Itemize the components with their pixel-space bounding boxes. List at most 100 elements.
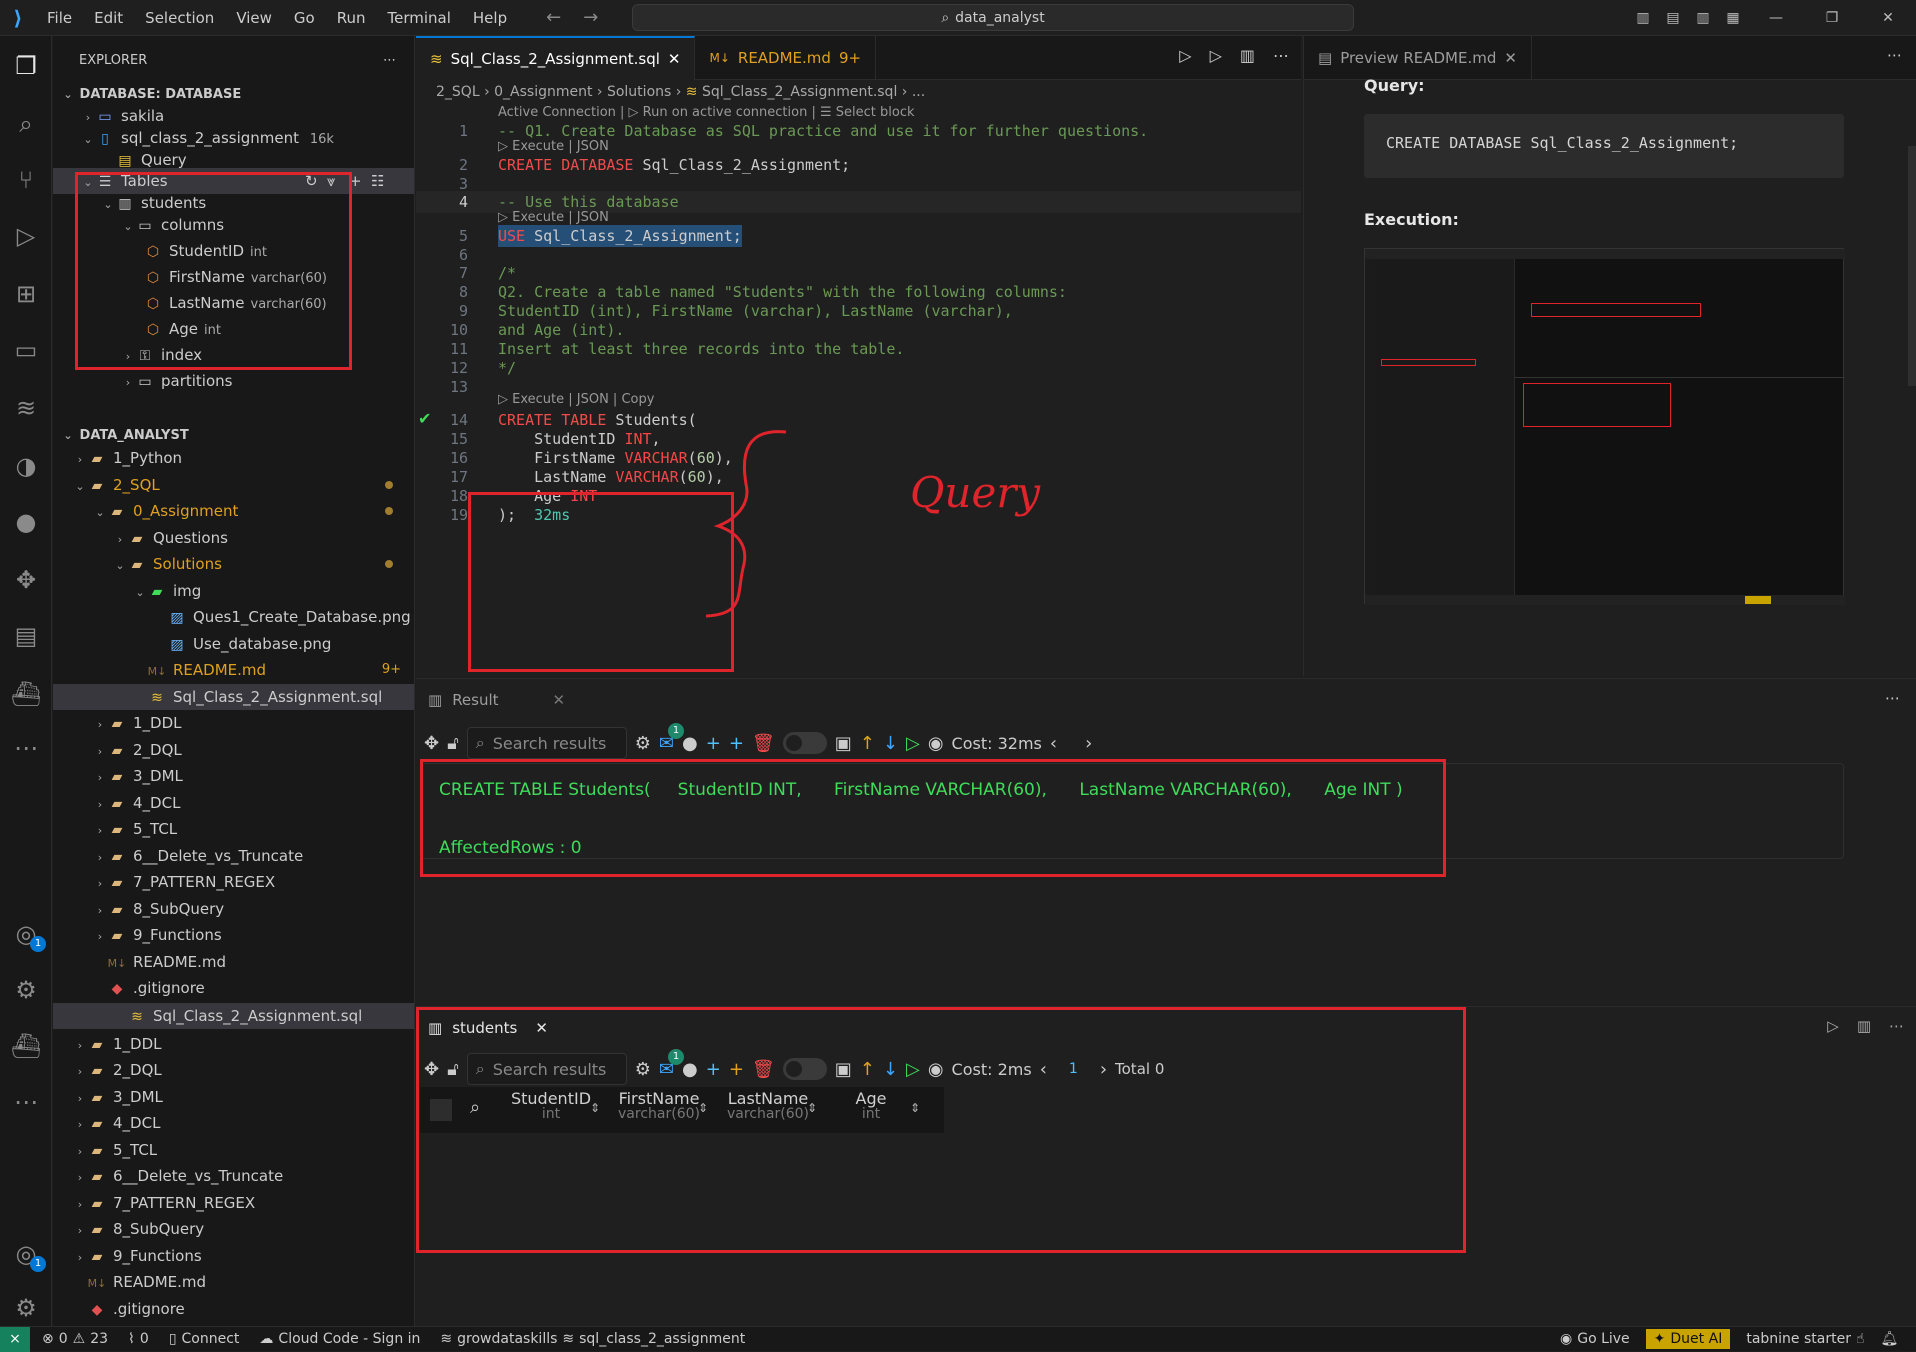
tree-item[interactable]: › ▰ 2_DQL [53,737,414,763]
settings-gear-icon[interactable]: ⚙ [10,974,42,1006]
crumb[interactable]: ... [912,84,925,100]
notifications-bell-icon[interactable]: 🔔︎ [1881,1331,1899,1347]
tree-item[interactable]: M↓ README.md 9+ [53,657,414,683]
search-results-input[interactable]: ⌕ Search results [466,1053,627,1085]
more-icon-2[interactable]: ⋯ [10,1086,42,1118]
prev-page-icon[interactable]: ‹ [1040,1059,1047,1080]
arrow-down-icon[interactable]: ↓ [883,733,898,754]
tab-students[interactable]: ▥ students ✕ [416,1007,560,1049]
sort-icon[interactable]: ⇕ [910,1101,920,1115]
sort-icon[interactable]: ⇕ [590,1101,600,1115]
close-tab-icon[interactable]: ✕ [553,691,566,709]
column-header[interactable]: FirstName varchar(60) ⇕ [608,1089,710,1122]
tree-item[interactable]: ⌄ ▰ Solutions [53,551,414,577]
forward-arrow-icon[interactable]: → [583,7,598,28]
github-icon[interactable]: ● [10,506,42,538]
remote-explorer-icon[interactable]: ▭ [10,334,42,366]
arrow-down-icon[interactable]: ↓ [883,1059,898,1080]
tree-item[interactable]: ⌄ ▰ 0_Assignment [53,498,414,524]
tree-item[interactable]: › ▰ 3_DML [53,1084,414,1110]
more-actions-icon[interactable]: ⋯ [383,53,396,68]
tree-item[interactable]: › ▰ 5_TCL [53,1137,414,1163]
prev-page-icon[interactable]: ‹ [1050,733,1057,754]
tree-item[interactable]: › ▰ 7_PATTERN_REGEX [53,869,414,895]
more-icon[interactable]: ⋯ [10,732,42,764]
explorer-icon[interactable]: ❐ [10,50,42,82]
tree-item[interactable]: › ▰ 8_SubQuery [53,896,414,922]
tabnine-status[interactable]: tabnine starter ☝ [1746,1331,1864,1347]
more-actions-icon[interactable]: ⋯ [1273,46,1289,65]
tab-preview[interactable]: ▤ Preview README.md ✕ [1304,36,1532,80]
gitlens-icon[interactable]: ◑ [10,450,42,482]
kubernetes-icon[interactable]: ✥ [10,564,42,596]
settings-gear-icon[interactable]: ⚙ [635,1059,651,1080]
select-all-checkbox[interactable] [430,1099,452,1121]
tree-item[interactable]: › ▰ 7_PATTERN_REGEX [53,1190,414,1216]
run-all-icon[interactable]: ▷ [1210,46,1222,65]
tree-item[interactable]: ◆ .gitignore [53,1296,414,1322]
tree-item-index[interactable]: › ⚿ index [53,342,414,368]
lock-icon[interactable]: 🔓︎ [447,733,459,754]
database-icon[interactable]: ≋ [10,392,42,424]
tree-item[interactable]: ▨ Ques1_Create_Database.png [53,604,414,630]
run-icon[interactable]: ▷ [1827,1017,1839,1035]
toggle-switch[interactable] [782,1058,827,1080]
code-lens[interactable]: Active Connection | ▷ Run on active conn… [498,104,915,122]
tree-item[interactable]: › ▰ 9_Functions [53,1243,414,1269]
eye-icon[interactable]: ◉ [928,733,944,754]
preview-scrollbar[interactable] [1908,146,1916,386]
menu-terminal[interactable]: Terminal [377,9,462,27]
accounts-icon[interactable]: ◎ 1 [10,918,46,952]
run-icon[interactable]: ▷ [906,1059,920,1080]
next-page-icon[interactable]: › [1100,1059,1107,1080]
close-tab-icon[interactable]: ✕ [1504,49,1517,67]
tree-item[interactable]: ≋ Sql_Class_2_Assignment.sql [53,683,414,710]
tree-item[interactable]: › ▰ 1_DDL [53,710,414,736]
crumb[interactable]: 0_Assignment [494,84,592,100]
github-icon[interactable]: ● [682,1059,698,1080]
problems-status[interactable]: ⊗ 0 ⚠ 23 [42,1331,108,1347]
split-editor-icon[interactable]: ▥ [1240,46,1255,65]
code-lens[interactable]: ▷ Execute | JSON [498,138,609,156]
back-arrow-icon[interactable]: ← [546,7,561,28]
tree-item[interactable]: › ▰ 6__Delete_vs_Truncate [53,1163,414,1189]
tree-item-partitions[interactable]: › ▭ partitions [53,368,414,394]
sort-icon[interactable]: ⇕ [698,1101,708,1115]
accounts-icon-2[interactable]: ◎ 1 [10,1238,46,1272]
arrow-up-icon[interactable]: ↑ [860,1059,875,1080]
crumb[interactable]: 2_SQL [436,84,480,100]
move-icon[interactable]: ✥ [424,1059,439,1080]
search-icon[interactable]: ⌕ [470,1097,480,1118]
toggle-switch[interactable] [782,732,827,754]
delete-icon[interactable]: 🗑︎ [752,1059,775,1080]
tree-item[interactable]: M↓ README.md [53,949,414,975]
tree-item[interactable]: › ▰ 1_Python [53,445,414,471]
extensions-icon[interactable]: ⊞ [10,278,42,310]
mail-icon[interactable]: ✉ 1 [659,1048,684,1080]
next-page-icon[interactable]: › [1085,733,1092,754]
tree-item[interactable]: › ▰ 4_DCL [53,1110,414,1136]
column-item[interactable]: ⬡ FirstName varchar(60) [53,264,414,290]
search-results-input[interactable]: ⌕ Search results [466,727,627,759]
active-connection-status[interactable]: ≋ growdataskills ≋ sql_class_2_assignment [440,1331,745,1347]
tree-item-columns[interactable]: ⌄ ▭ columns [53,212,414,238]
tab-sql-file[interactable]: ≋ Sql_Class_2_Assignment.sql ✕ [416,36,696,80]
duet-ai-button[interactable]: ✦ Duet AI [1645,1329,1731,1349]
tree-item[interactable]: M↓ README.md [53,1269,414,1295]
toggle-panel-icon[interactable]: ▤ [1658,10,1688,26]
menu-view[interactable]: View [225,9,283,27]
plus-icon[interactable]: + [706,733,721,754]
source-control-icon[interactable]: ⑂ [10,164,42,196]
tree-item[interactable]: › ▰ 8_SubQuery [53,1216,414,1242]
delete-icon[interactable]: 🗑︎ [752,733,775,754]
tree-item[interactable]: › ▰ 1_DDL [53,1031,414,1057]
menu-edit[interactable]: Edit [83,9,134,27]
column-header[interactable]: StudentID int ⇕ [500,1089,602,1122]
add-row-icon[interactable]: + [729,733,744,754]
run-icon[interactable]: ▷ [906,733,920,754]
plus-icon[interactable]: + [706,1059,721,1080]
eye-icon[interactable]: ◉ [928,1059,944,1080]
restore-button[interactable]: ❐ [1804,10,1860,26]
comment-icon[interactable]: ▣ [835,733,852,754]
mail-icon[interactable]: ✉ 1 [659,722,684,754]
